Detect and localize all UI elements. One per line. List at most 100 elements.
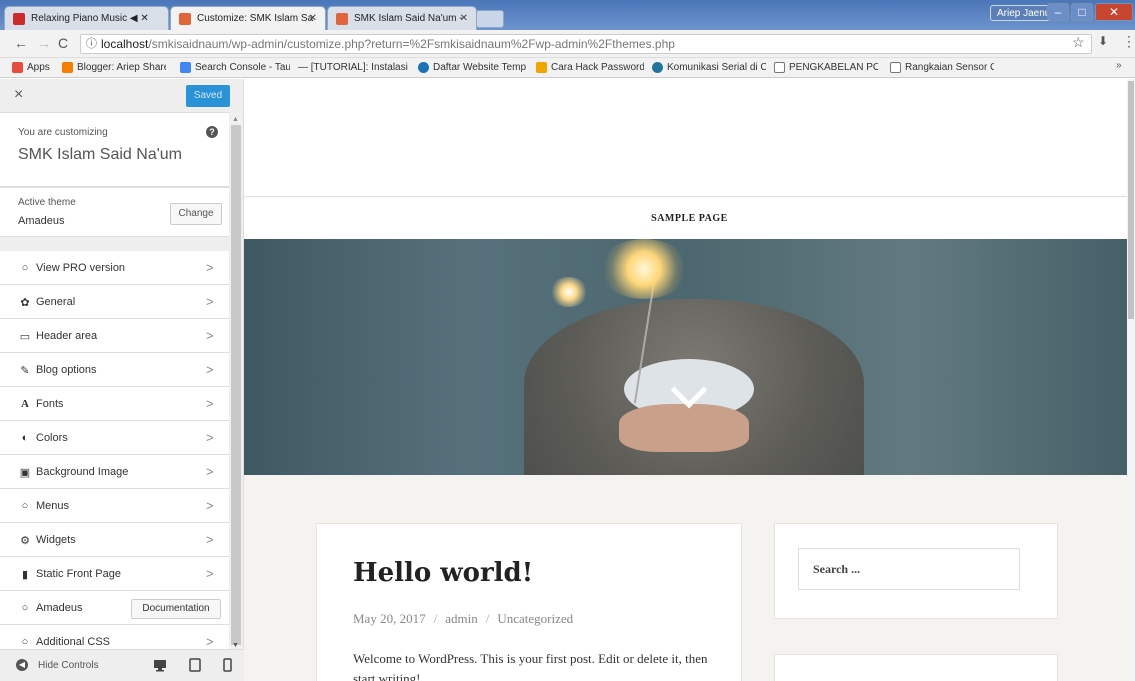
menu-item-header-area[interactable]: ▭ Header area > <box>0 319 229 353</box>
url-input[interactable]: ⓘ localhost/smkisaidnaum/wp-admin/custom… <box>80 34 1092 54</box>
menu-kebab-icon[interactable]: ⋮ <box>1122 33 1135 50</box>
customizing-info: You are customizing SMK Islam Said Na'um… <box>0 113 229 187</box>
circle-icon: ○ <box>21 602 29 614</box>
chevron-right-icon: > <box>206 430 214 445</box>
new-tab-button[interactable] <box>476 10 504 28</box>
desktop-preview-icon[interactable] <box>153 658 167 672</box>
hero-sparkler <box>599 239 689 299</box>
page-icon <box>890 62 901 73</box>
menu-item-label: Static Front Page <box>36 568 121 580</box>
sidebar-scroll-thumb[interactable] <box>231 125 241 645</box>
tab-customize[interactable]: Customize: SMK Islam Sa ✕ <box>170 6 326 30</box>
documentation-button[interactable]: Documentation <box>131 599 221 619</box>
hero-sparkle <box>549 277 589 307</box>
nav-sample-page[interactable]: SAMPLE PAGE <box>651 213 728 224</box>
bookmark-label: Komunikasi Serial di C <box>667 62 766 73</box>
menu-item-label: Header area <box>36 330 98 342</box>
post-author[interactable]: admin <box>445 611 478 626</box>
menu-item-label: View PRO version <box>36 262 126 274</box>
bookmark-label: — [TUTORIAL]: Instalasi <box>298 62 408 73</box>
menu-item-amadeus[interactable]: ○ Amadeus Documentation <box>0 591 229 625</box>
post-category[interactable]: Uncategorized <box>497 611 573 626</box>
bookmark-apps[interactable]: Apps <box>12 61 54 75</box>
menu-item-widgets[interactable]: ⚙ Widgets > <box>0 523 229 557</box>
menu-item-background-image[interactable]: ▣ Background Image > <box>0 455 229 489</box>
menu-item-general[interactable]: ✿ General > <box>0 285 229 319</box>
hero-image <box>244 239 1135 475</box>
bookmark-daftar[interactable]: Daftar Website Temp <box>418 61 532 75</box>
bookmark-pengkabelan[interactable]: PENGKABELAN PORT <box>774 61 878 75</box>
wordpress-icon <box>179 13 191 25</box>
info-icon[interactable]: ⓘ <box>86 35 97 53</box>
help-icon[interactable]: ? <box>206 126 218 138</box>
menu-item-menus[interactable]: ○ Menus > <box>0 489 229 523</box>
hide-controls-icon[interactable]: ◀ <box>16 659 28 671</box>
circle-icon: ○ <box>21 500 29 512</box>
tab-close-icon[interactable]: ✕ <box>309 7 317 30</box>
menu-item-fonts[interactable]: A Fonts > <box>0 387 229 421</box>
active-theme-label: Active theme <box>18 197 76 208</box>
search-input[interactable]: Search ... <box>798 548 1020 590</box>
meta-separator: / <box>433 611 438 626</box>
bookmark-tutorial[interactable]: — [TUTORIAL]: Instalasi <box>298 61 410 75</box>
mobile-preview-icon[interactable] <box>220 658 234 672</box>
bookmark-serial[interactable]: Komunikasi Serial di C <box>652 61 766 75</box>
bookmark-hack[interactable]: Cara Hack Password [ <box>536 61 644 75</box>
theme-name: Amadeus <box>18 215 65 227</box>
menu-item-static-front-page[interactable]: ▮ Static Front Page > <box>0 557 229 591</box>
bookmark-label: Apps <box>27 62 50 73</box>
site-name: SMK Islam Said Na'um <box>18 146 182 163</box>
bookmark-rangkaian[interactable]: Rangkaian Sensor Ge <box>890 61 994 75</box>
change-theme-button[interactable]: Change <box>170 203 222 225</box>
minimize-button[interactable]: – <box>1047 3 1069 21</box>
image-icon: ▣ <box>19 467 31 479</box>
circle-icon: ○ <box>21 636 29 648</box>
font-icon: A <box>21 398 29 410</box>
site-preview[interactable]: SAMPLE PAGE Hello world! May 20, 2017 / ad… <box>244 79 1135 681</box>
contrast-icon: ◐ <box>21 432 29 444</box>
menu-item-label: Amadeus <box>36 602 83 614</box>
wordpress-icon <box>652 62 663 73</box>
tab-relaxing-piano[interactable]: Relaxing Piano Music ◀︎ ✕ <box>4 6 169 30</box>
close-icon[interactable]: × <box>14 86 23 104</box>
address-bar: ← → C ⓘ localhost/smkisaidnaum/wp-admin/… <box>0 30 1135 58</box>
bookmarks-bar: Apps Blogger: Ariep Share - Search Conso… <box>0 58 1135 78</box>
bookmark-label: PENGKABELAN PORT <box>789 62 878 73</box>
cogs-icon: ⚙ <box>20 535 30 547</box>
gear-icon: ✿ <box>20 297 30 309</box>
menu-item-blog-options[interactable]: ✎ Blog options > <box>0 353 229 387</box>
maximize-button[interactable]: □ <box>1071 3 1093 21</box>
tablet-preview-icon[interactable] <box>188 658 202 672</box>
bookmark-label: Search Console - Tau <box>195 62 290 73</box>
search-console-icon <box>180 62 191 73</box>
preview-scroll-thumb[interactable] <box>1128 81 1134 319</box>
tab-close-icon[interactable]: ✕ <box>460 7 468 30</box>
bookmark-star-icon[interactable]: ☆ <box>1072 34 1085 51</box>
scroll-up-icon[interactable]: ▲ <box>232 116 239 123</box>
youtube-icon <box>13 13 25 25</box>
post-title[interactable]: Hello world! <box>353 558 533 588</box>
download-icon[interactable]: ⬇ <box>1098 34 1108 48</box>
menu-item-label: Menus <box>36 500 70 512</box>
close-window-button[interactable]: ✕ <box>1095 3 1133 21</box>
saved-button[interactable]: Saved <box>186 85 230 107</box>
bookmark-blogger[interactable]: Blogger: Ariep Share - <box>62 61 166 75</box>
hide-controls-button[interactable]: Hide Controls <box>38 660 99 671</box>
bookmark-site-icon <box>536 62 547 73</box>
post-date[interactable]: May 20, 2017 <box>353 611 426 626</box>
scroll-down-icon[interactable]: ▼ <box>232 642 239 649</box>
globe-icon <box>418 62 429 73</box>
menu-item-colors[interactable]: ◐ Colors > <box>0 421 229 455</box>
chevron-right-icon: > <box>206 634 214 649</box>
post-card: Hello world! May 20, 2017 / admin / Uncatego… <box>316 523 742 681</box>
reload-icon[interactable]: C <box>58 35 68 51</box>
customizer-sidebar: × Saved You are customizing SMK Islam Sa… <box>0 79 244 681</box>
tab-label: Relaxing Piano Music ◀︎ ✕ <box>31 13 149 24</box>
back-icon[interactable]: ← <box>14 35 28 51</box>
menu-item-label: Widgets <box>36 534 76 546</box>
more-bookmarks-icon[interactable]: » <box>1116 60 1122 71</box>
tab-smk-site[interactable]: SMK Islam Said Na'um - ✕ <box>327 6 477 30</box>
menu-item-view-pro[interactable]: ○ View PRO version > <box>0 251 229 285</box>
bookmark-search-console[interactable]: Search Console - Tau <box>180 61 290 75</box>
forward-icon[interactable]: → <box>37 35 51 51</box>
